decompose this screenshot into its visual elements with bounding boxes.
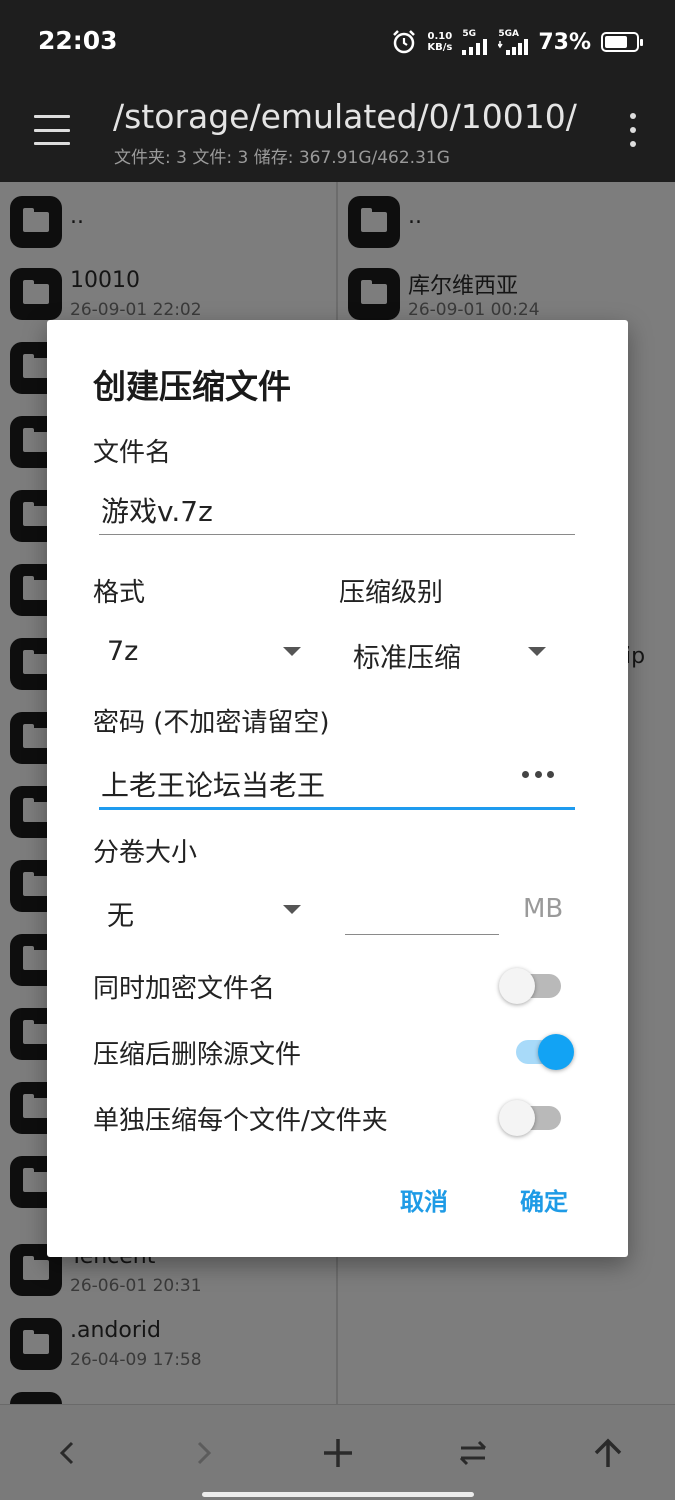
option-label: 单独压缩每个文件/文件夹 <box>93 1106 388 1136</box>
volume-unit: MB <box>523 894 564 924</box>
swap-icon[interactable] <box>455 1435 491 1471</box>
partial-file-name: ip <box>625 644 646 669</box>
status-bar: 22:03 0.10 KB/s 5G 5GA 73% <box>0 0 675 85</box>
filename-label: 文件名 <box>93 438 172 468</box>
app-bar: /storage/emulated/0/10010/ 文件夹: 3 文件: 3 … <box>0 85 675 182</box>
format-label: 格式 <box>93 578 146 608</box>
encrypt-filenames-switch[interactable] <box>499 964 563 1004</box>
more-vert-icon[interactable] <box>629 113 637 147</box>
filename-input[interactable]: 游戏v.7z <box>101 490 213 530</box>
folder-icon <box>10 196 62 248</box>
hamburger-menu-icon[interactable] <box>34 115 70 145</box>
compress-individually-switch[interactable] <box>499 1096 563 1136</box>
status-time: 22:03 <box>38 26 118 55</box>
delete-source-switch[interactable] <box>510 1030 574 1070</box>
create-archive-dialog: 创建压缩文件 文件名 游戏v.7z 格式 压缩级别 7z 标准压缩 密码 (不加… <box>47 320 628 1257</box>
folder-icon <box>348 268 400 320</box>
signal-sim2: 5GA <box>498 29 529 55</box>
password-underline <box>99 807 575 810</box>
filename-underline <box>99 534 575 535</box>
volume-size-underline <box>345 934 499 935</box>
signal-bars-icon <box>498 38 529 55</box>
format-select[interactable]: 7z <box>107 636 138 667</box>
option-label: 同时加密文件名 <box>93 974 276 1004</box>
net-speed: 0.10 KB/s <box>427 31 453 53</box>
folder-icon <box>348 196 400 248</box>
chevron-down-icon[interactable] <box>283 647 301 656</box>
chevron-down-icon[interactable] <box>528 647 546 656</box>
chevron-down-icon[interactable] <box>283 905 301 914</box>
volume-size-input[interactable] <box>347 894 497 930</box>
home-indicator[interactable] <box>202 1492 474 1497</box>
status-icons: 0.10 KB/s 5G 5GA 73% <box>391 26 643 58</box>
password-label: 密码 (不加密请留空) <box>93 708 330 738</box>
chevron-left-icon[interactable] <box>50 1435 86 1471</box>
signal-bars-icon <box>462 38 488 55</box>
password-input[interactable]: 上老王论坛当老王 <box>101 764 325 804</box>
battery-icon <box>601 32 643 52</box>
battery-percent: 73% <box>538 29 591 55</box>
level-label: 压缩级别 <box>339 578 444 608</box>
path-summary: 文件夹: 3 文件: 3 储存: 367.91G/462.31G <box>114 148 450 168</box>
folder-icon <box>10 1318 62 1370</box>
dots-icon[interactable] <box>522 771 554 779</box>
plus-icon[interactable] <box>320 1435 356 1471</box>
option-label: 压缩后删除源文件 <box>93 1040 302 1070</box>
level-select[interactable]: 标准压缩 <box>353 636 461 675</box>
dialog-title: 创建压缩文件 <box>93 367 291 406</box>
battery-fill <box>605 36 627 48</box>
chevron-right-icon[interactable] <box>185 1435 221 1471</box>
signal-sim1: 5G <box>462 29 488 55</box>
volume-label: 分卷大小 <box>93 838 198 868</box>
ok-button[interactable]: 确定 <box>520 1182 568 1217</box>
current-path: /storage/emulated/0/10010/ <box>113 97 577 136</box>
folder-icon <box>10 268 62 320</box>
cancel-button[interactable]: 取消 <box>400 1182 448 1217</box>
alarm-icon <box>393 30 416 54</box>
bottom-toolbar <box>0 1404 675 1500</box>
volume-select[interactable]: 无 <box>107 894 134 933</box>
arrow-up-icon[interactable] <box>590 1435 626 1471</box>
folder-icon <box>10 1392 62 1404</box>
